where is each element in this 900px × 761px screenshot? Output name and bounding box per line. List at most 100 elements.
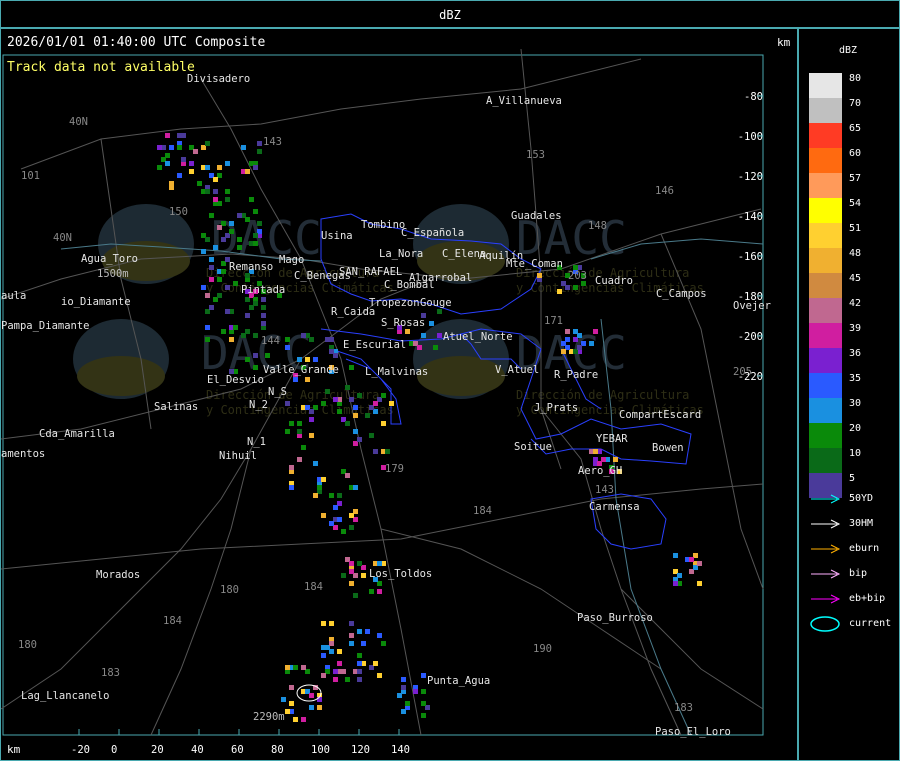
echo-pixel [577, 345, 582, 350]
echo-pixel [309, 337, 314, 342]
echo-pixel [349, 513, 354, 518]
place-label-r184b: 184 [304, 581, 323, 593]
echo-pixel [233, 281, 238, 286]
echo-pixel [285, 709, 290, 714]
track-warning: Track data not available [7, 60, 195, 75]
place-label-n5: N_S [268, 386, 287, 398]
echo-pixel [357, 653, 362, 658]
echo-pixel [673, 553, 678, 558]
echo-pixel [433, 345, 438, 350]
x-tick-label: 0 [111, 744, 117, 756]
echo-pixel [293, 717, 298, 722]
scale-swatch-51 [809, 223, 842, 248]
echo-pixel [253, 241, 258, 246]
echo-pixel [289, 485, 294, 490]
echo-pixel [229, 337, 234, 342]
echo-pixel [357, 437, 362, 442]
echo-pixel [209, 277, 214, 282]
echo-pixel [565, 285, 570, 290]
place-label-bombal: C_Bombal [384, 279, 435, 291]
echo-pixel [349, 633, 354, 638]
place-label-atuel-norte: Atuel_Norte [443, 331, 513, 343]
echo-pixel [253, 209, 258, 214]
echo-pixel [349, 621, 354, 626]
echo-pixel [397, 693, 402, 698]
echo-pixel [349, 641, 354, 646]
place-label-n1: N_1 [247, 436, 266, 448]
radar-map[interactable]: DACC Dirección de Agricultura y Continge… [0, 28, 798, 761]
echo-pixel [369, 589, 374, 594]
place-label-r180b: 180 [18, 639, 37, 651]
echo-pixel [565, 329, 570, 334]
place-label-r184: 184 [473, 505, 492, 517]
place-label-bowen: Bowen [652, 442, 684, 454]
echo-pixel [309, 409, 314, 414]
place-label-elev-2290: 2290m [253, 711, 285, 723]
echo-pixel [401, 685, 406, 690]
place-label-pampa-diamante: Pampa_Diamante [1, 320, 90, 332]
echo-pixel [373, 449, 378, 454]
scale-swatch-57 [809, 173, 842, 198]
echo-pixel [177, 145, 182, 150]
x-tick-label: -20 [71, 744, 90, 756]
scale-label: 36 [849, 348, 862, 359]
echo-pixel [349, 525, 354, 530]
track-item: eb+bip [809, 593, 899, 607]
echo-pixel [293, 377, 298, 382]
echo-pixel [561, 349, 566, 354]
echo-pixel [245, 357, 250, 362]
echo-pixel [253, 233, 258, 238]
echo-pixel [225, 285, 230, 290]
track-label: eb+bip [849, 593, 886, 604]
echo-pixel [333, 677, 338, 682]
echo-pixel [565, 337, 570, 342]
echo-pixel [305, 357, 310, 362]
echo-pixel [193, 149, 198, 154]
place-label-carmensa: Carmensa [589, 501, 640, 513]
echo-pixel [309, 433, 314, 438]
place-label-malvinas: L_Malvinas [365, 366, 428, 378]
x-tick-label: 80 [271, 744, 284, 756]
x-tick-label: 60 [231, 744, 244, 756]
echo-pixel [245, 313, 250, 318]
echo-pixel [241, 333, 246, 338]
place-label-r190: 190 [533, 643, 552, 655]
echo-pixel [421, 673, 426, 678]
place-label-r153: 153 [526, 149, 545, 161]
echo-pixel [253, 353, 258, 358]
place-label-divisadero: Divisadero [187, 73, 250, 85]
echo-pixel [289, 685, 294, 690]
place-label-r180: 180 [220, 584, 239, 596]
place-label-yebar: YEBAR [596, 433, 628, 445]
echo-pixel [297, 457, 302, 462]
echo-pixel [329, 641, 334, 646]
place-label-escurial: E_Escurial [343, 339, 406, 351]
echo-pixel [349, 397, 354, 402]
echo-pixel [285, 401, 290, 406]
echo-pixel [389, 401, 394, 406]
echo-pixel [205, 325, 210, 330]
echo-pixel [317, 705, 322, 710]
echo-pixel [329, 649, 334, 654]
place-label-r148: 148 [588, 220, 607, 232]
y-tick-label: -220 [738, 371, 763, 383]
echo-pixel [377, 589, 382, 594]
place-label-paso-el-loro: Paso_El_Loro [655, 726, 731, 738]
echo-pixel [225, 161, 230, 166]
echo-pixel [221, 329, 226, 334]
echo-pixel [405, 701, 410, 706]
echo-pixel [265, 353, 270, 358]
place-label-n40b: 40N [53, 232, 72, 244]
echo-pixel [337, 517, 342, 522]
river-lines [60, 238, 764, 736]
echo-pixel [353, 405, 358, 410]
place-label-r146: 146 [655, 185, 674, 197]
echo-pixel [177, 133, 182, 138]
echo-pixel [285, 337, 290, 342]
echo-pixel [189, 161, 194, 166]
place-label-la-nora: La_Nora [379, 248, 423, 260]
echo-pixel [317, 697, 322, 702]
x-tick-label: 120 [351, 744, 370, 756]
scale-label: 35 [849, 373, 862, 384]
place-label-tropezon: Tropezon [369, 297, 420, 309]
